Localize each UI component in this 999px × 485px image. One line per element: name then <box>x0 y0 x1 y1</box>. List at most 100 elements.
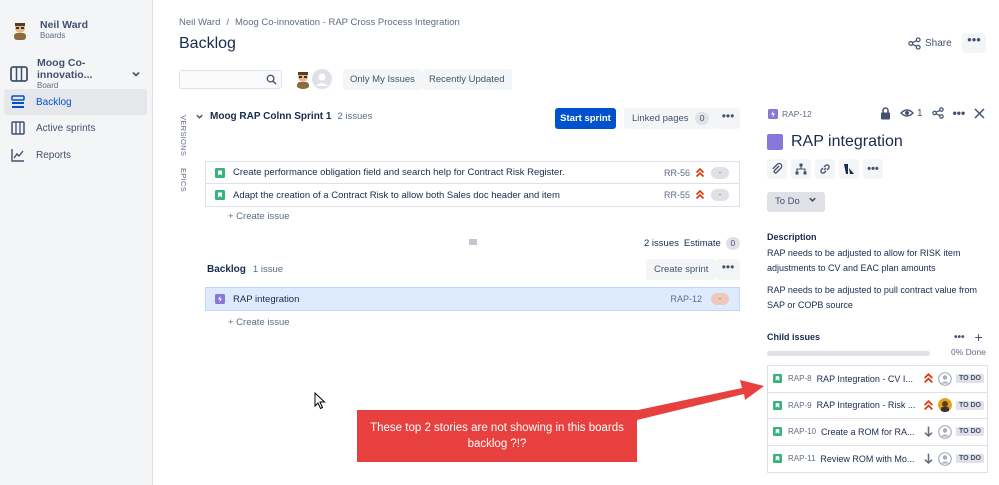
watch-button[interactable]: 1 <box>900 108 923 119</box>
mouse-cursor-icon <box>314 392 326 410</box>
child-summary: Review ROM with Mo... <box>820 453 915 464</box>
drag-handle-icon[interactable] <box>468 237 478 247</box>
close-icon[interactable] <box>974 107 985 119</box>
add-child-button[interactable]: + <box>975 330 983 344</box>
sidebar-item-backlog[interactable]: Backlog <box>4 89 147 115</box>
breadcrumb: Neil Ward / Moog Co-innovation - RAP Cro… <box>179 17 460 28</box>
child-issue-list: RAP-8 RAP Integration - CV I... TO DO RA… <box>767 365 988 473</box>
epic-icon <box>768 109 778 119</box>
sidebar-item-reports[interactable]: Reports <box>4 142 147 168</box>
child-key[interactable]: RAP-8 <box>788 374 812 383</box>
status-dropdown[interactable]: To Do <box>767 192 826 212</box>
issue-key[interactable]: RAP-12 <box>670 294 702 304</box>
priority-highest-icon <box>695 167 705 177</box>
table-row[interactable]: Adapt the creation of a Contract Risk to… <box>206 184 739 206</box>
child-issue-button[interactable] <box>791 159 811 179</box>
backlog-icon <box>11 95 25 108</box>
search-input[interactable] <box>179 70 282 89</box>
app-logo-icon <box>844 164 854 174</box>
sidebar-item-label: Backlog <box>36 96 72 108</box>
start-sprint-button[interactable]: Start sprint <box>555 108 616 129</box>
detail-issue-key[interactable]: RAP-12 <box>768 109 812 119</box>
status-badge: TO DO <box>955 427 984 437</box>
description-paragraph[interactable]: RAP needs to be adjusted to pull contrac… <box>767 283 982 313</box>
epic-color-icon <box>767 134 783 150</box>
child-summary: RAP Integration - Risk ... <box>816 400 916 411</box>
unassigned-avatar-filter[interactable] <box>312 69 332 89</box>
lock-icon[interactable] <box>880 106 891 120</box>
list-item[interactable]: RAP-11 Review ROM with Mo... TO DO <box>768 446 987 473</box>
create-sprint-button[interactable]: Create sprint <box>646 259 717 280</box>
confluence-button[interactable] <box>839 159 859 179</box>
backlog-header: Backlog 1 issue <box>207 264 283 275</box>
unassigned-avatar <box>938 424 952 439</box>
detail-title[interactable]: RAP integration <box>791 133 903 151</box>
paperclip-icon <box>772 163 783 174</box>
hierarchy-icon <box>795 163 807 175</box>
chevron-down-icon[interactable] <box>195 112 204 121</box>
estimate-badge[interactable]: - <box>711 189 729 201</box>
list-item[interactable]: RAP-10 Create a ROM for RA... TO DO <box>768 419 987 446</box>
link-button[interactable] <box>815 159 835 179</box>
story-icon <box>773 374 782 384</box>
share-icon[interactable] <box>931 107 944 119</box>
story-icon <box>773 400 782 410</box>
sprint-issue-count: 2 issues <box>337 111 373 122</box>
estimate-badge[interactable]: - <box>711 166 729 179</box>
linked-pages-button[interactable]: Linked pages 0 <box>624 108 718 129</box>
child-progress-bar <box>767 351 930 356</box>
sidebar-user[interactable]: Neil Ward Boards <box>4 19 147 40</box>
table-row[interactable]: Create performance obligation field and … <box>206 162 739 184</box>
breadcrumb-project[interactable]: Moog Co-innovation - RAP Cross Process I… <box>235 17 460 28</box>
sidebar-item-active-sprints[interactable]: Active sprints <box>4 115 147 141</box>
user-avatar-icon <box>10 19 30 40</box>
backlog-more-button[interactable]: ••• <box>716 259 740 280</box>
child-key[interactable]: RAP-10 <box>788 427 816 436</box>
issue-summary: Adapt the creation of a Contract Risk to… <box>233 189 560 201</box>
issue-key[interactable]: RR-55 <box>664 190 690 200</box>
breadcrumb-user[interactable]: Neil Ward <box>179 17 220 28</box>
linked-pages-count: 0 <box>695 112 710 125</box>
table-row[interactable]: RAP integration RAP-12 - <box>206 288 739 310</box>
breadcrumb-separator: / <box>226 17 229 28</box>
child-issues-heading: Child issues <box>767 332 821 342</box>
story-icon <box>773 454 782 464</box>
priority-highest-icon <box>923 373 933 384</box>
backlog-issue-list: RAP integration RAP-12 - <box>205 287 740 311</box>
child-key[interactable]: RAP-9 <box>788 401 812 410</box>
versions-panel-toggle[interactable]: VERSIONS <box>179 115 188 156</box>
story-icon <box>215 190 225 200</box>
chevron-down-icon[interactable] <box>131 69 141 79</box>
more-actions-button[interactable]: ••• <box>962 33 986 53</box>
attach-button[interactable] <box>767 159 787 179</box>
estimate-badge[interactable]: - <box>711 293 729 305</box>
more-apps-button[interactable]: ••• <box>863 159 883 179</box>
list-item[interactable]: RAP-9 RAP Integration - Risk ... TO DO <box>768 393 987 419</box>
issue-summary: RAP integration <box>233 293 300 305</box>
project-name: Moog Co-innovatio... <box>37 57 93 81</box>
user-avatar-filter[interactable] <box>293 69 313 89</box>
status-badge: TO DO <box>955 454 984 464</box>
progress-label: 0% Done <box>951 347 986 357</box>
child-issues-tools: ••• + <box>954 330 983 344</box>
project-switcher[interactable]: Moog Co-innovatio... Board <box>4 57 147 90</box>
child-summary: RAP Integration - CV I... <box>816 373 913 384</box>
chart-line-icon <box>11 149 24 162</box>
recently-updated-button[interactable]: Recently Updated <box>422 69 512 90</box>
child-more-button[interactable]: ••• <box>954 332 965 343</box>
detail-more-button[interactable]: ••• <box>953 106 966 120</box>
sprint-more-button[interactable]: ••• <box>716 108 740 129</box>
child-key[interactable]: RAP-11 <box>788 454 815 463</box>
description-paragraph[interactable]: RAP needs to be adjusted to allow for RI… <box>767 246 982 276</box>
sprint-header: Moog RAP Colnn Sprint 1 2 issues <box>195 111 372 122</box>
backlog-create-issue-button[interactable]: + Create issue <box>228 317 290 328</box>
linked-pages-label: Linked pages <box>632 113 689 124</box>
epics-panel-toggle[interactable]: EPICS <box>179 168 188 192</box>
search-icon <box>266 74 277 85</box>
list-item[interactable]: RAP-8 RAP Integration - CV I... TO DO <box>768 366 987 393</box>
sprint-create-issue-button[interactable]: + Create issue <box>228 211 290 222</box>
issue-key[interactable]: RR-56 <box>664 168 690 178</box>
only-my-issues-button[interactable]: Only My Issues <box>343 69 422 90</box>
share-button[interactable]: Share <box>908 37 952 50</box>
columns-icon <box>11 121 25 135</box>
